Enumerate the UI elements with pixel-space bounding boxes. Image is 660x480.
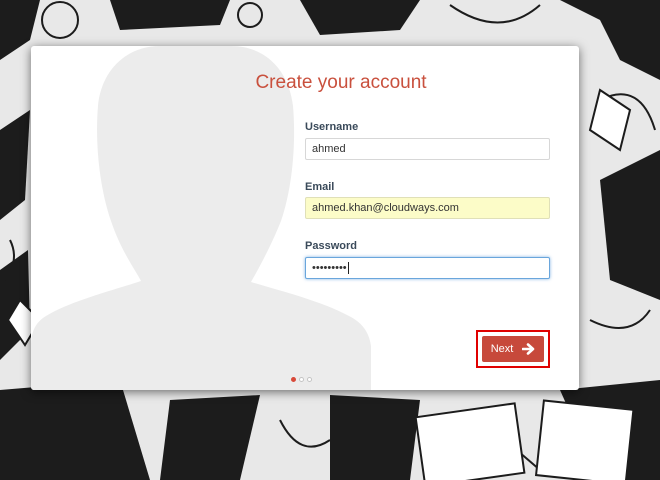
page-title: Create your account [255,72,427,93]
step-dot-2[interactable] [299,377,304,382]
next-button-label: Next [490,343,514,355]
next-button[interactable]: Next [482,336,544,362]
email-value: ahmed.khan@cloudways.com [312,202,459,214]
password-field[interactable]: ••••••••• [305,257,550,279]
signup-card: Create your account Username ahmed Email… [31,46,579,390]
password-label: Password [305,240,357,252]
password-value: ••••••••• [312,262,347,274]
step-dot-3[interactable] [307,377,312,382]
username-value: ahmed [312,143,346,155]
username-label: Username [305,121,359,133]
text-cursor [347,262,349,275]
step-dot-1[interactable] [291,377,296,382]
email-label: Email [305,181,335,193]
next-button-highlight: Next [476,330,550,368]
email-field[interactable]: ahmed.khan@cloudways.com [305,197,550,219]
username-field[interactable]: ahmed [305,138,550,160]
arrow-right-icon [522,343,535,355]
step-indicator [291,377,312,382]
